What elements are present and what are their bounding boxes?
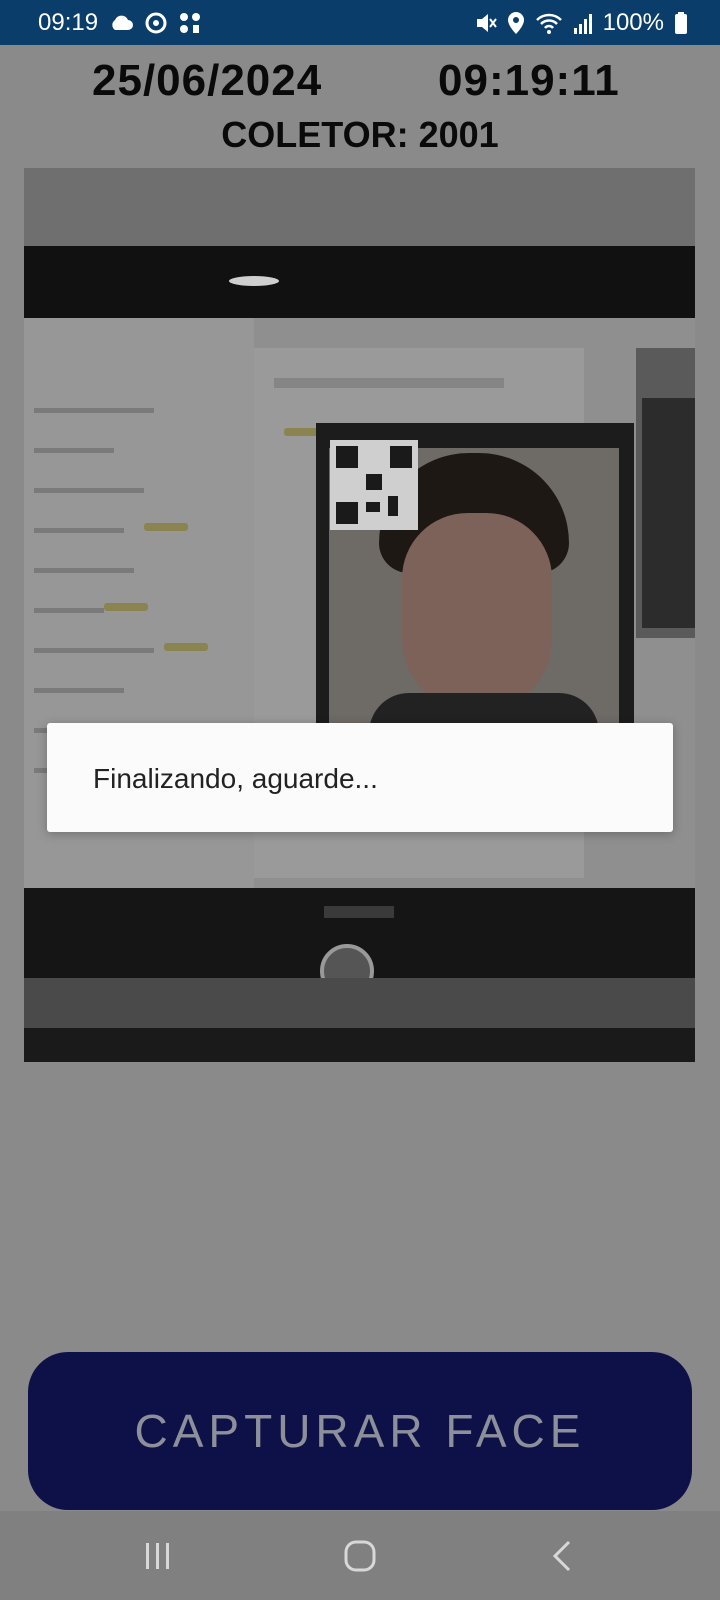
header-date: 25/06/2024 <box>92 56 323 105</box>
back-icon[interactable] <box>532 1531 592 1581</box>
camera-preview <box>24 168 695 1062</box>
cloud-icon <box>108 14 134 32</box>
status-right: 100% <box>475 9 688 37</box>
battery-percent: 100% <box>602 8 664 36</box>
sync-icon <box>144 11 168 35</box>
capture-face-button[interactable]: CAPTURAR FACE <box>28 1352 692 1510</box>
capture-face-label: CAPTURAR FACE <box>134 1405 586 1457</box>
wifi-icon <box>535 11 563 35</box>
collector-label: COLETOR: 2001 <box>221 114 499 155</box>
navigation-bar <box>0 1511 720 1600</box>
dialog-message: Finalizando, aguarde... <box>93 763 378 794</box>
home-icon[interactable] <box>330 1531 390 1581</box>
status-time: 09:19 <box>38 8 99 36</box>
app-icon <box>178 11 202 35</box>
battery-icon <box>674 11 688 35</box>
signal-icon <box>573 12 593 34</box>
progress-dialog: Finalizando, aguarde... <box>47 723 673 832</box>
location-icon <box>507 11 525 35</box>
header-time: 09:19:11 <box>438 56 620 105</box>
status-left: 09:19 <box>38 9 202 37</box>
header: 25/06/2024 09:19:11 <box>0 52 720 112</box>
mute-icon <box>475 11 497 35</box>
status-bar: 09:19 100% <box>0 0 720 45</box>
recents-icon[interactable] <box>128 1531 188 1581</box>
